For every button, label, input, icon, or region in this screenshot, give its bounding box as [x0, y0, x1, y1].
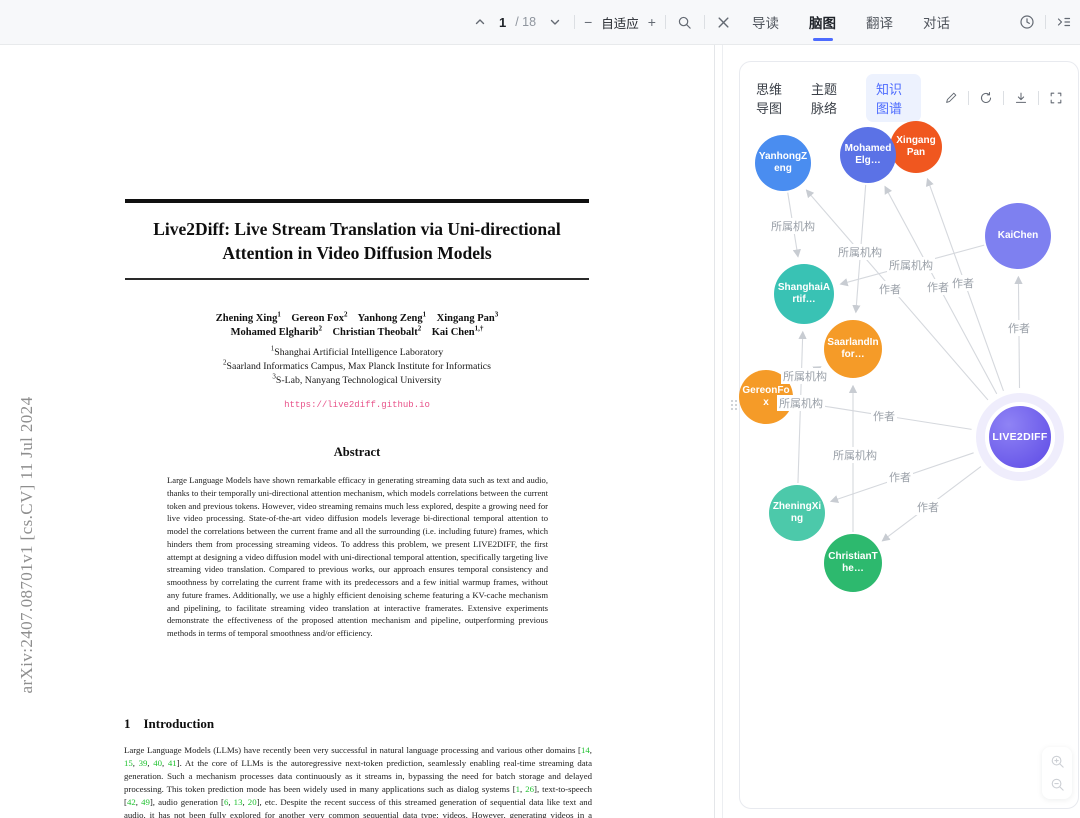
- introduction-heading: 1 Introduction: [124, 716, 214, 732]
- close-pdf-button[interactable]: [714, 12, 734, 32]
- tab-topic-outline[interactable]: 主题脉络: [811, 79, 846, 117]
- close-icon: [717, 16, 730, 29]
- collapse-panel-icon: [1056, 14, 1072, 30]
- separator: [1045, 15, 1046, 29]
- graph-node-XingangPan[interactable]: XingangPan: [890, 121, 942, 173]
- graph-node-GereonFox[interactable]: GereonFox: [739, 370, 793, 424]
- graph-node-ChristianThe[interactable]: ChristianThe…: [824, 534, 882, 592]
- graph-node-LIVE2DIFF[interactable]: LIVE2DIFF: [985, 402, 1055, 472]
- topbar: 1 / 18 − 自适应 + 导读 脑图 翻译 对话: [0, 0, 1080, 45]
- history-button[interactable]: [1017, 12, 1037, 32]
- tab-daodu[interactable]: 导读: [752, 0, 779, 44]
- graph-node-ShanghaiArtif[interactable]: ShanghaiArtif…: [774, 264, 834, 324]
- zoom-out-button[interactable]: −: [584, 14, 592, 30]
- download-button[interactable]: [1011, 88, 1031, 108]
- tab-knowledge-graph[interactable]: 知识图谱: [866, 74, 921, 122]
- page-total: / 18: [515, 15, 536, 29]
- page-down-button[interactable]: [545, 12, 565, 32]
- pane-divider: [722, 45, 723, 818]
- abstract-paragraph: Large Language Models have shown remarka…: [167, 474, 548, 640]
- chevron-down-icon: [549, 16, 561, 28]
- fullscreen-button[interactable]: [1046, 88, 1066, 108]
- topbar-right-icons: [1017, 0, 1074, 44]
- separator: [968, 91, 969, 105]
- separator: [1038, 91, 1039, 105]
- arxiv-sidebar-text: arXiv:2407.08701v1 [cs.CV] 11 Jul 2024: [17, 397, 37, 694]
- pdf-toolbar: 1 / 18 − 自适应 +: [470, 0, 734, 44]
- tab-naotu[interactable]: 脑图: [809, 0, 836, 44]
- pdf-viewer[interactable]: arXiv:2407.08701v1 [cs.CV] 11 Jul 2024 L…: [0, 45, 722, 818]
- separator: [574, 15, 575, 29]
- affiliation-1: 1Shanghai Artificial Intelligence Labora…: [0, 347, 714, 358]
- affiliation-2: 2Saarland Informatics Campus, Max Planck…: [0, 361, 714, 372]
- search-icon: [677, 15, 692, 30]
- graph-node-SaarlandInfor[interactable]: SaarlandInfor…: [824, 320, 882, 378]
- search-button[interactable]: [675, 12, 695, 32]
- edit-button[interactable]: [941, 88, 961, 108]
- graph-node-ZheningXing[interactable]: ZheningXing: [769, 485, 825, 541]
- collapse-panel-button[interactable]: [1054, 12, 1074, 32]
- graph-toolbar-icons: [941, 88, 1066, 108]
- refresh-button[interactable]: [976, 88, 996, 108]
- authors-line-2: Mohamed Elgharib2 Christian Theobalt2 Ka…: [0, 327, 714, 338]
- graph-zoom-in-button[interactable]: [1048, 752, 1066, 770]
- clock-icon: [1019, 14, 1035, 30]
- zoom-out-icon: [1050, 777, 1065, 792]
- scroll-track-line: [714, 45, 715, 818]
- paper-title: Live2Diff: Live Stream Translation via U…: [119, 217, 595, 265]
- app-window: 1 / 18 − 自适应 + 导读 脑图 翻译 对话: [0, 0, 1080, 818]
- title-rule-bottom: [125, 278, 589, 280]
- page-up-button[interactable]: [470, 12, 490, 32]
- zoom-in-button[interactable]: +: [648, 14, 656, 30]
- graph-node-YanhongZeng[interactable]: YanhongZeng: [755, 135, 811, 191]
- separator: [1003, 91, 1004, 105]
- abstract-heading: Abstract: [0, 445, 714, 460]
- affiliation-3: 3S-Lab, Nanyang Technological University: [0, 375, 714, 386]
- graph-zoom-widget: [1042, 747, 1072, 799]
- separator: [665, 15, 666, 29]
- tab-fanyi[interactable]: 翻译: [866, 0, 893, 44]
- split-drag-handle[interactable]: [731, 400, 739, 416]
- title-rule-top: [125, 199, 589, 203]
- graph-node-KaiChen[interactable]: KaiChen: [985, 203, 1051, 269]
- graph-node-MohamedElg[interactable]: MohamedElg…: [840, 127, 896, 183]
- introduction-paragraph: Large Language Models (LLMs) have recent…: [124, 744, 592, 818]
- fullscreen-icon: [1049, 91, 1063, 105]
- panel-tabs: 导读 脑图 翻译 对话: [752, 0, 950, 44]
- tab-mindmap[interactable]: 思维导图: [756, 79, 791, 117]
- tab-duihua[interactable]: 对话: [923, 0, 950, 44]
- authors-line-1: Zhening Xing1 Gereon Fox2 Yanhong Zeng1 …: [0, 313, 714, 324]
- chevron-up-icon: [474, 16, 486, 28]
- page-current[interactable]: 1: [499, 15, 506, 30]
- separator: [704, 15, 705, 29]
- project-link[interactable]: https://live2diff.github.io: [0, 400, 714, 410]
- zoom-in-icon: [1050, 754, 1065, 769]
- pencil-icon: [944, 91, 958, 105]
- graph-zoom-out-button[interactable]: [1048, 776, 1066, 794]
- download-icon: [1014, 91, 1028, 105]
- refresh-icon: [979, 91, 993, 105]
- fit-mode-button[interactable]: 自适应: [601, 13, 639, 32]
